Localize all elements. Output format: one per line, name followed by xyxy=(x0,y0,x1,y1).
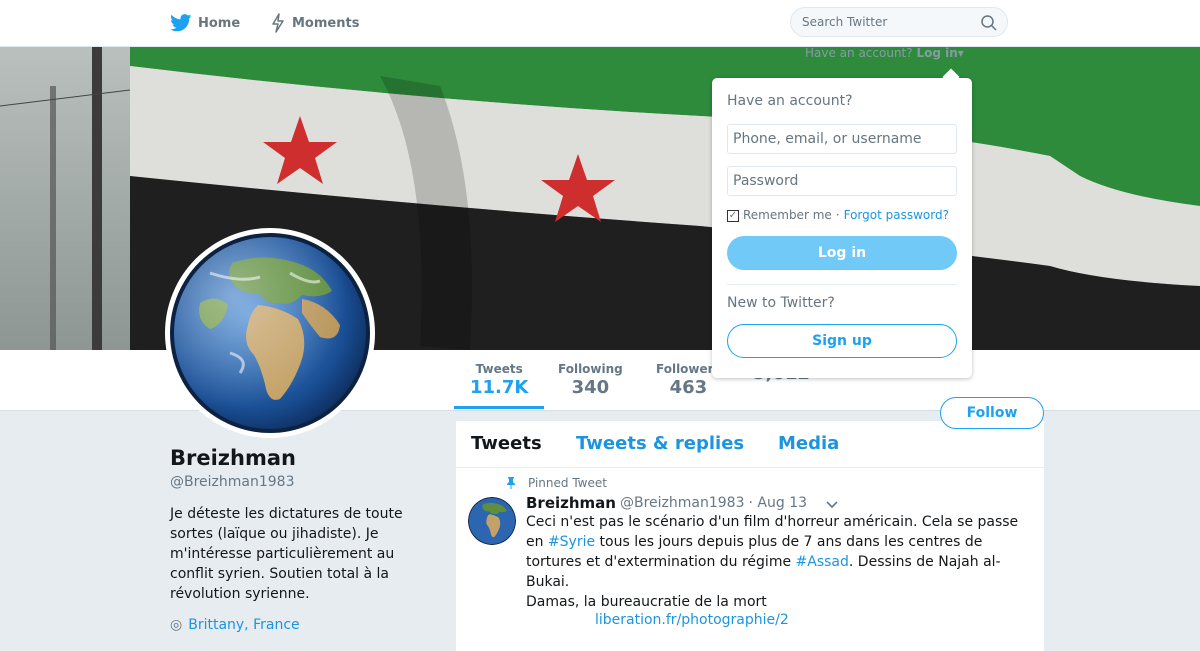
stat-tweets-label: Tweets xyxy=(475,362,523,376)
tweet-text: Ceci n'est pas le scénario d'un film d'h… xyxy=(526,512,1026,612)
chevron-down-icon: ▾ xyxy=(957,46,964,60)
search-box xyxy=(790,7,1008,37)
login-toggle[interactable]: Log in xyxy=(916,46,957,60)
stat-followers-value: 463 xyxy=(669,377,708,398)
remember-me-label[interactable]: Remember me xyxy=(743,208,832,222)
tab-tweets[interactable]: Tweets xyxy=(471,433,542,454)
pin-icon xyxy=(507,477,515,489)
tweet-author-name[interactable]: Breizhman xyxy=(526,494,616,512)
location-pin-icon: ◎ xyxy=(170,617,183,633)
tweet-text-part: Damas, la bureaucratie de la mort xyxy=(526,594,767,610)
divider xyxy=(727,284,957,285)
search-icon[interactable] xyxy=(981,15,997,31)
login-dropdown: Have an account? ✓ Remember me · Forgot … xyxy=(712,78,972,378)
signup-button[interactable]: Sign up xyxy=(727,324,957,358)
search-input[interactable] xyxy=(802,15,972,29)
nav-home-label: Home xyxy=(198,15,241,31)
timeline: Tweets Tweets & replies Media Pinned Twe… xyxy=(456,421,1044,651)
stat-following[interactable]: Following 340 xyxy=(558,362,623,399)
username-field[interactable] xyxy=(727,124,957,154)
profile-handle[interactable]: @Breizhman1983 xyxy=(170,474,295,490)
stat-tweets-value: 11.7K xyxy=(470,377,529,398)
profile-location-text: Brittany, France xyxy=(188,617,300,633)
tweet-date[interactable]: · Aug 13 xyxy=(749,495,808,511)
stat-followers[interactable]: Followers 463 xyxy=(656,362,721,399)
profile-avatar[interactable] xyxy=(165,228,375,438)
follow-button[interactable]: Follow xyxy=(940,397,1044,429)
pinned-tweet-text: Pinned Tweet xyxy=(528,476,607,490)
profile-name[interactable]: Breizhman xyxy=(170,446,296,470)
separator-dot: · xyxy=(835,208,840,222)
nav-home[interactable]: Home xyxy=(170,0,240,46)
tweet-url-link[interactable]: liberation.fr/photographie/2 xyxy=(595,612,789,628)
remember-row: ✓ Remember me · Forgot password? xyxy=(727,208,949,222)
profile-bio: Je déteste les dictatures de toute sorte… xyxy=(170,506,403,602)
password-field[interactable] xyxy=(727,166,957,196)
tab-tweets-replies[interactable]: Tweets & replies xyxy=(576,433,744,454)
nav-moments-label: Moments xyxy=(292,15,360,31)
top-navigation-bar: Home Moments xyxy=(0,0,1200,47)
have-account-text: Have an account? xyxy=(805,46,913,60)
stat-tweets[interactable]: Tweets 11.7K xyxy=(453,362,545,409)
hashtag-link[interactable]: #Syrie xyxy=(548,534,595,550)
lightning-icon xyxy=(272,13,284,33)
nav-moments[interactable]: Moments xyxy=(270,0,359,46)
stat-following-label: Following xyxy=(558,362,623,376)
remember-me-checkbox[interactable]: ✓ xyxy=(727,210,739,222)
chevron-down-icon[interactable] xyxy=(826,501,838,509)
earth-globe-image xyxy=(170,233,370,433)
stat-following-value: 340 xyxy=(571,377,610,398)
tab-media[interactable]: Media xyxy=(778,433,839,454)
new-to-twitter-label: New to Twitter? xyxy=(727,295,835,311)
tweet-author-handle[interactable]: @Breizhman1983 xyxy=(620,495,745,511)
login-button[interactable]: Log in xyxy=(727,236,957,270)
stat-followers-label: Followers xyxy=(656,362,721,376)
login-dropdown-title: Have an account? xyxy=(727,93,853,109)
tweet-avatar[interactable] xyxy=(468,497,516,545)
profile-location[interactable]: ◎ Brittany, France xyxy=(170,617,300,633)
hashtag-link[interactable]: #Assad xyxy=(796,554,849,570)
twitter-bird-icon xyxy=(170,14,192,32)
have-account-prompt: Have an account? Log in▾ xyxy=(805,46,964,60)
earth-globe-image xyxy=(468,497,516,545)
forgot-password-link[interactable]: Forgot password? xyxy=(844,208,949,222)
pinned-tweet-label: Pinned Tweet xyxy=(506,476,607,490)
tweet-header: Breizhman @Breizhman1983 · Aug 13 xyxy=(526,494,807,512)
